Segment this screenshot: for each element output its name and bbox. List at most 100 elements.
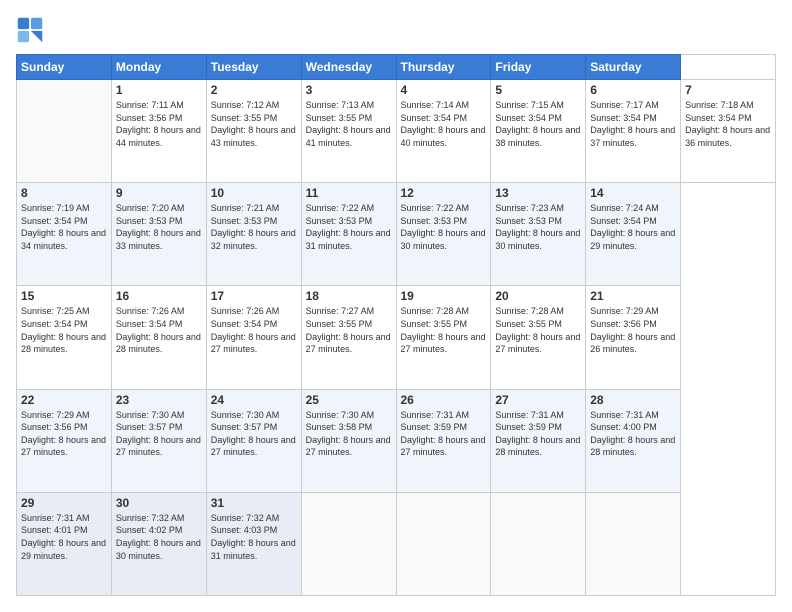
calendar-table: SundayMondayTuesdayWednesdayThursdayFrid… [16, 54, 776, 596]
calendar-header-row: SundayMondayTuesdayWednesdayThursdayFrid… [17, 55, 776, 80]
day-number: 30 [116, 496, 202, 510]
calendar-day-header: Wednesday [301, 55, 396, 80]
cell-info: Sunrise: 7:28 AMSunset: 3:55 PMDaylight:… [401, 305, 487, 355]
calendar-day-cell [301, 492, 396, 595]
day-number: 22 [21, 393, 107, 407]
calendar-day-cell: 17 Sunrise: 7:26 AMSunset: 3:54 PMDayligh… [206, 286, 301, 389]
cell-info: Sunrise: 7:28 AMSunset: 3:55 PMDaylight:… [495, 305, 581, 355]
calendar-day-cell [396, 492, 491, 595]
day-number: 4 [401, 83, 487, 97]
cell-info: Sunrise: 7:12 AMSunset: 3:55 PMDaylight:… [211, 99, 297, 149]
calendar-day-cell: 8 Sunrise: 7:19 AMSunset: 3:54 PMDaylight… [17, 183, 112, 286]
day-number: 5 [495, 83, 581, 97]
calendar-day-cell: 10 Sunrise: 7:21 AMSunset: 3:53 PMDayligh… [206, 183, 301, 286]
day-number: 11 [306, 186, 392, 200]
cell-info: Sunrise: 7:20 AMSunset: 3:53 PMDaylight:… [116, 202, 202, 252]
page: SundayMondayTuesdayWednesdayThursdayFrid… [0, 0, 792, 612]
day-number: 18 [306, 289, 392, 303]
cell-info: Sunrise: 7:23 AMSunset: 3:53 PMDaylight:… [495, 202, 581, 252]
cell-info: Sunrise: 7:32 AMSunset: 4:03 PMDaylight:… [211, 512, 297, 562]
header [16, 16, 776, 44]
calendar-day-cell: 6Sunrise: 7:17 AMSunset: 3:54 PMDaylight… [586, 80, 681, 183]
day-number: 19 [401, 289, 487, 303]
cell-info: Sunrise: 7:26 AMSunset: 3:54 PMDaylight:… [116, 305, 202, 355]
day-number: 12 [401, 186, 487, 200]
calendar-day-header: Thursday [396, 55, 491, 80]
cell-info: Sunrise: 7:29 AMSunset: 3:56 PMDaylight:… [590, 305, 676, 355]
cell-info: Sunrise: 7:29 AMSunset: 3:56 PMDaylight:… [21, 409, 107, 459]
calendar-week-row: 1Sunrise: 7:11 AMSunset: 3:56 PMDaylight… [17, 80, 776, 183]
cell-info: Sunrise: 7:31 AMSunset: 4:00 PMDaylight:… [590, 409, 676, 459]
calendar-week-row: 22 Sunrise: 7:29 AMSunset: 3:56 PMDayligh… [17, 389, 776, 492]
calendar-day-cell: 31 Sunrise: 7:32 AMSunset: 4:03 PMDayligh… [206, 492, 301, 595]
day-number: 27 [495, 393, 581, 407]
calendar-week-row: 8 Sunrise: 7:19 AMSunset: 3:54 PMDaylight… [17, 183, 776, 286]
calendar-day-cell: 18Sunrise: 7:27 AMSunset: 3:55 PMDayligh… [301, 286, 396, 389]
cell-info: Sunrise: 7:30 AMSunset: 3:57 PMDaylight:… [116, 409, 202, 459]
calendar-day-header: Saturday [586, 55, 681, 80]
calendar-day-cell: 5 Sunrise: 7:15 AMSunset: 3:54 PMDaylight… [491, 80, 586, 183]
cell-info: Sunrise: 7:21 AMSunset: 3:53 PMDaylight:… [211, 202, 297, 252]
calendar-day-cell: 4Sunrise: 7:14 AMSunset: 3:54 PMDaylight… [396, 80, 491, 183]
day-number: 15 [21, 289, 107, 303]
day-number: 10 [211, 186, 297, 200]
calendar-day-cell: 27 Sunrise: 7:31 AMSunset: 3:59 PMDayligh… [491, 389, 586, 492]
day-number: 29 [21, 496, 107, 510]
calendar-day-cell: 11 Sunrise: 7:22 AMSunset: 3:53 PMDayligh… [301, 183, 396, 286]
cell-info: Sunrise: 7:15 AMSunset: 3:54 PMDaylight:… [495, 99, 581, 149]
calendar-day-header: Sunday [17, 55, 112, 80]
day-number: 21 [590, 289, 676, 303]
calendar-empty-cell [17, 80, 112, 183]
calendar-week-row: 29Sunrise: 7:31 AMSunset: 4:01 PMDayligh… [17, 492, 776, 595]
day-number: 31 [211, 496, 297, 510]
calendar-day-header: Monday [111, 55, 206, 80]
cell-info: Sunrise: 7:30 AMSunset: 3:57 PMDaylight:… [211, 409, 297, 459]
day-number: 17 [211, 289, 297, 303]
day-number: 25 [306, 393, 392, 407]
calendar-week-row: 15Sunrise: 7:25 AMSunset: 3:54 PMDayligh… [17, 286, 776, 389]
day-number: 28 [590, 393, 676, 407]
calendar-day-cell: 23 Sunrise: 7:30 AMSunset: 3:57 PMDayligh… [111, 389, 206, 492]
calendar-day-cell: 1Sunrise: 7:11 AMSunset: 3:56 PMDaylight… [111, 80, 206, 183]
cell-info: Sunrise: 7:22 AMSunset: 3:53 PMDaylight:… [306, 202, 392, 252]
cell-info: Sunrise: 7:31 AMSunset: 3:59 PMDaylight:… [495, 409, 581, 459]
cell-info: Sunrise: 7:18 AMSunset: 3:54 PMDaylight:… [685, 99, 771, 149]
calendar-day-cell: 24 Sunrise: 7:30 AMSunset: 3:57 PMDayligh… [206, 389, 301, 492]
calendar-day-cell: 16 Sunrise: 7:26 AMSunset: 3:54 PMDayligh… [111, 286, 206, 389]
calendar-day-cell: 22 Sunrise: 7:29 AMSunset: 3:56 PMDayligh… [17, 389, 112, 492]
day-number: 16 [116, 289, 202, 303]
day-number: 3 [306, 83, 392, 97]
day-number: 13 [495, 186, 581, 200]
day-number: 14 [590, 186, 676, 200]
calendar-day-cell: 13 Sunrise: 7:23 AMSunset: 3:53 PMDayligh… [491, 183, 586, 286]
calendar-day-cell: 7 Sunrise: 7:18 AMSunset: 3:54 PMDaylight… [681, 80, 776, 183]
day-number: 8 [21, 186, 107, 200]
day-number: 20 [495, 289, 581, 303]
calendar-day-cell [491, 492, 586, 595]
calendar-day-cell: 28 Sunrise: 7:31 AMSunset: 4:00 PMDayligh… [586, 389, 681, 492]
day-number: 7 [685, 83, 771, 97]
calendar-day-cell: 20 Sunrise: 7:28 AMSunset: 3:55 PMDayligh… [491, 286, 586, 389]
calendar-day-cell: 14 Sunrise: 7:24 AMSunset: 3:54 PMDayligh… [586, 183, 681, 286]
cell-info: Sunrise: 7:19 AMSunset: 3:54 PMDaylight:… [21, 202, 107, 252]
cell-info: Sunrise: 7:24 AMSunset: 3:54 PMDaylight:… [590, 202, 676, 252]
calendar-day-header: Friday [491, 55, 586, 80]
day-number: 24 [211, 393, 297, 407]
day-number: 2 [211, 83, 297, 97]
calendar-day-cell [586, 492, 681, 595]
calendar-day-cell: 30 Sunrise: 7:32 AMSunset: 4:02 PMDayligh… [111, 492, 206, 595]
day-number: 9 [116, 186, 202, 200]
calendar-day-cell: 2 Sunrise: 7:12 AMSunset: 3:55 PMDaylight… [206, 80, 301, 183]
cell-info: Sunrise: 7:26 AMSunset: 3:54 PMDaylight:… [211, 305, 297, 355]
calendar-day-cell: 15Sunrise: 7:25 AMSunset: 3:54 PMDayligh… [17, 286, 112, 389]
calendar-day-cell: 19 Sunrise: 7:28 AMSunset: 3:55 PMDayligh… [396, 286, 491, 389]
cell-info: Sunrise: 7:30 AMSunset: 3:58 PMDaylight:… [306, 409, 392, 459]
cell-info: Sunrise: 7:13 AMSunset: 3:55 PMDaylight:… [306, 99, 392, 149]
cell-info: Sunrise: 7:31 AMSunset: 3:59 PMDaylight:… [401, 409, 487, 459]
cell-info: Sunrise: 7:32 AMSunset: 4:02 PMDaylight:… [116, 512, 202, 562]
cell-info: Sunrise: 7:22 AMSunset: 3:53 PMDaylight:… [401, 202, 487, 252]
day-number: 23 [116, 393, 202, 407]
day-number: 1 [116, 83, 202, 97]
calendar-day-cell: 3 Sunrise: 7:13 AMSunset: 3:55 PMDaylight… [301, 80, 396, 183]
day-number: 26 [401, 393, 487, 407]
